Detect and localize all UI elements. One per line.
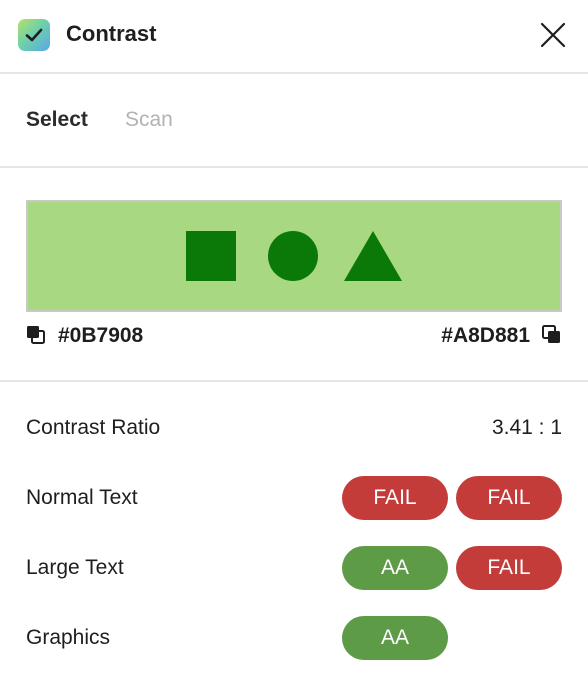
background-hex[interactable]: #A8D881: [441, 324, 530, 347]
normal-text-label: Normal Text: [26, 486, 138, 509]
foreground-swatch-icon[interactable]: [26, 325, 46, 345]
close-button[interactable]: [540, 22, 566, 48]
large-text-aa-badge: AA: [342, 546, 448, 590]
preview-shapes: [186, 231, 402, 281]
background-color[interactable]: #A8D881: [441, 324, 562, 348]
large-text-aaa-badge: FAIL: [456, 546, 562, 590]
graphics-aa-badge: AA: [342, 616, 448, 660]
circle-shape: [268, 231, 318, 281]
checkmark-icon: [25, 28, 43, 42]
large-text-label: Large Text: [26, 556, 124, 579]
background-swatch-icon[interactable]: [542, 325, 562, 345]
mode-tabs: Select Scan: [0, 74, 588, 168]
app-title: Contrast: [66, 21, 157, 46]
tab-select[interactable]: Select: [26, 108, 88, 132]
contrast-ratio-row: Contrast Ratio 3.41 : 1: [0, 406, 588, 450]
tab-scan[interactable]: Scan: [125, 108, 173, 132]
foreground-hex[interactable]: #0B7908: [58, 324, 143, 347]
foreground-color[interactable]: #0B7908: [26, 324, 143, 348]
triangle-shape: [344, 231, 402, 281]
graphics-label: Graphics: [26, 626, 111, 649]
contrast-ratio-label: Contrast Ratio: [26, 416, 161, 439]
large-text-row: Large Text AA FAIL: [0, 546, 588, 590]
normal-text-aaa-badge: FAIL: [456, 476, 562, 520]
square-shape: [186, 231, 236, 281]
header: Contrast: [0, 0, 588, 74]
contrast-preview: [26, 200, 562, 312]
close-icon[interactable]: [540, 22, 566, 48]
normal-text-aa-badge: FAIL: [342, 476, 448, 520]
normal-text-row: Normal Text FAIL FAIL: [0, 476, 588, 520]
preview-section: #0B7908 #A8D881: [0, 168, 588, 382]
contrast-ratio-value: 3.41 : 1: [491, 416, 562, 439]
graphics-row: Graphics AA: [0, 616, 588, 660]
app-logo: [18, 19, 50, 51]
